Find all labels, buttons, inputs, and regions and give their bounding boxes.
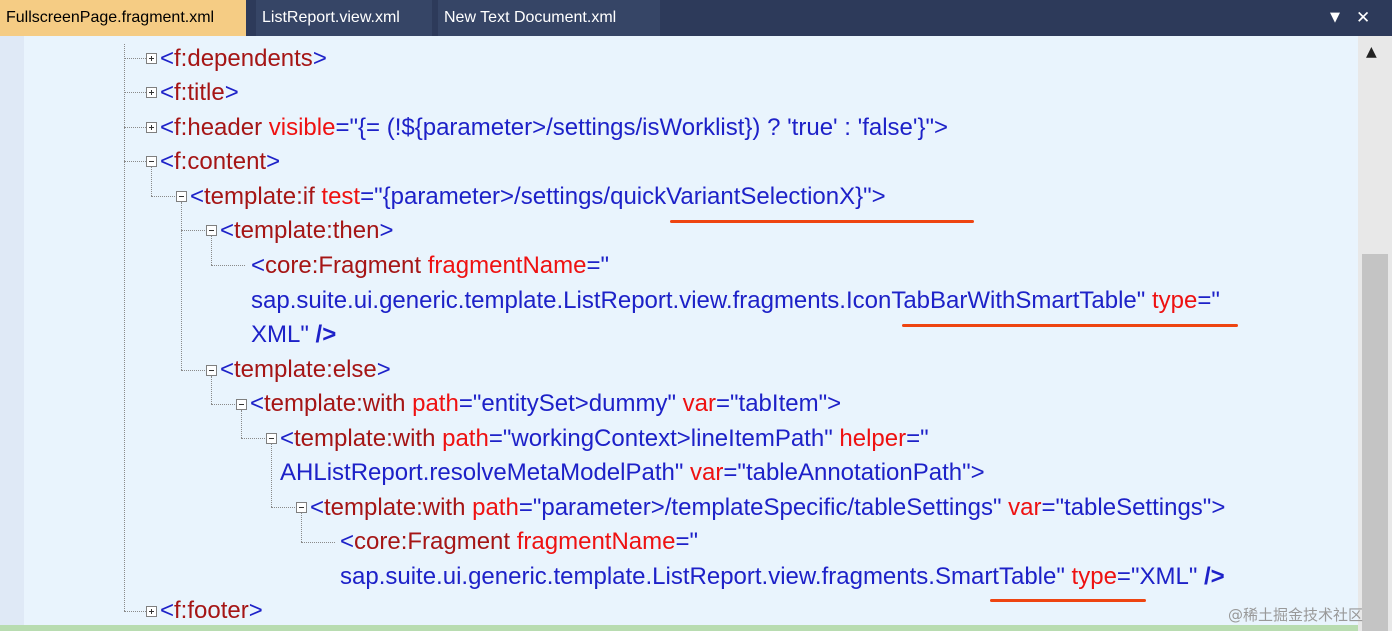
code-line: <core:Fragment fragmentName="	[251, 252, 610, 279]
tree-guide	[124, 58, 146, 59]
code-line: <f:header visible="{= (!${parameter>/set…	[160, 114, 949, 141]
tree-guide	[181, 230, 205, 231]
highlight-underline	[670, 220, 974, 223]
tree-guide	[241, 410, 242, 438]
tree-guide	[151, 196, 175, 197]
code-line: sap.suite.ui.generic.template.ListReport…	[340, 563, 1225, 590]
tree-guide	[124, 611, 146, 612]
tree-guide	[211, 236, 212, 265]
highlight-underline	[990, 599, 1146, 602]
tree-guide	[271, 507, 295, 508]
collapse-icon[interactable]	[296, 502, 307, 513]
code-line: <f:content>	[160, 148, 281, 175]
collapse-icon[interactable]	[146, 156, 157, 167]
tree-guide	[124, 92, 146, 93]
tab-new-text-document[interactable]: New Text Document.xml	[438, 0, 660, 36]
code-line: <template:else>	[220, 356, 391, 383]
code-line: <template:then>	[220, 217, 394, 244]
tree-guide	[241, 438, 265, 439]
tab-listreport-view[interactable]: ListReport.view.xml	[256, 0, 432, 36]
code-line: <template:with path="parameter>/template…	[310, 494, 1226, 521]
tab-fullscreenpage-fragment[interactable]: FullscreenPage.fragment.xml	[0, 0, 246, 36]
expand-icon[interactable]	[146, 122, 157, 133]
code-line: <template:with path="workingContext>line…	[280, 425, 929, 452]
collapse-icon[interactable]	[176, 191, 187, 202]
collapse-icon[interactable]	[206, 365, 217, 376]
expand-icon[interactable]	[146, 53, 157, 64]
scrollbar-thumb[interactable]	[1362, 254, 1388, 631]
collapse-icon[interactable]	[236, 399, 247, 410]
tab-bar: FullscreenPage.fragment.xml ListReport.v…	[0, 0, 1392, 36]
tree-guide	[124, 161, 146, 162]
close-icon[interactable]: ✕	[1356, 0, 1370, 36]
dropdown-icon[interactable]: ▼	[1330, 0, 1340, 36]
tree-guide	[124, 44, 125, 611]
collapse-icon[interactable]	[266, 433, 277, 444]
tree-guide	[181, 370, 205, 371]
watermark: @稀土掘金技术社区	[1228, 606, 1364, 624]
tree-guide	[271, 444, 272, 507]
code-line: AHListReport.resolveMetaModelPath" var="…	[280, 459, 985, 486]
expand-icon[interactable]	[146, 606, 157, 617]
scroll-up-arrow-icon[interactable]: ▲	[1366, 44, 1377, 60]
status-strip	[0, 625, 1358, 631]
code-line: <f:dependents>	[160, 45, 327, 72]
highlight-underline	[902, 324, 1238, 327]
tree-guide	[124, 127, 146, 128]
code-line: <f:title>	[160, 79, 239, 106]
editor-area: <f:dependents> <f:title> <f:header visib…	[0, 36, 1392, 631]
tree-guide	[211, 376, 212, 404]
collapse-icon[interactable]	[206, 225, 217, 236]
tree-guide	[151, 167, 152, 196]
code-line: <template:if test="{parameter>/settings/…	[190, 183, 886, 210]
code-view[interactable]: <f:dependents> <f:title> <f:header visib…	[24, 36, 1358, 625]
code-line: <template:with path="entitySet>dummy" va…	[250, 390, 842, 417]
code-line: sap.suite.ui.generic.template.ListReport…	[251, 287, 1220, 314]
tree-guide	[301, 513, 302, 542]
tree-guide	[181, 202, 182, 370]
code-line: <core:Fragment fragmentName="	[340, 528, 699, 555]
tree-guide	[211, 404, 235, 405]
tree-guide	[301, 542, 335, 543]
expand-icon[interactable]	[146, 87, 157, 98]
code-line: <f:footer>	[160, 597, 263, 624]
code-line: XML" />	[251, 321, 337, 348]
tree-guide	[211, 265, 245, 266]
